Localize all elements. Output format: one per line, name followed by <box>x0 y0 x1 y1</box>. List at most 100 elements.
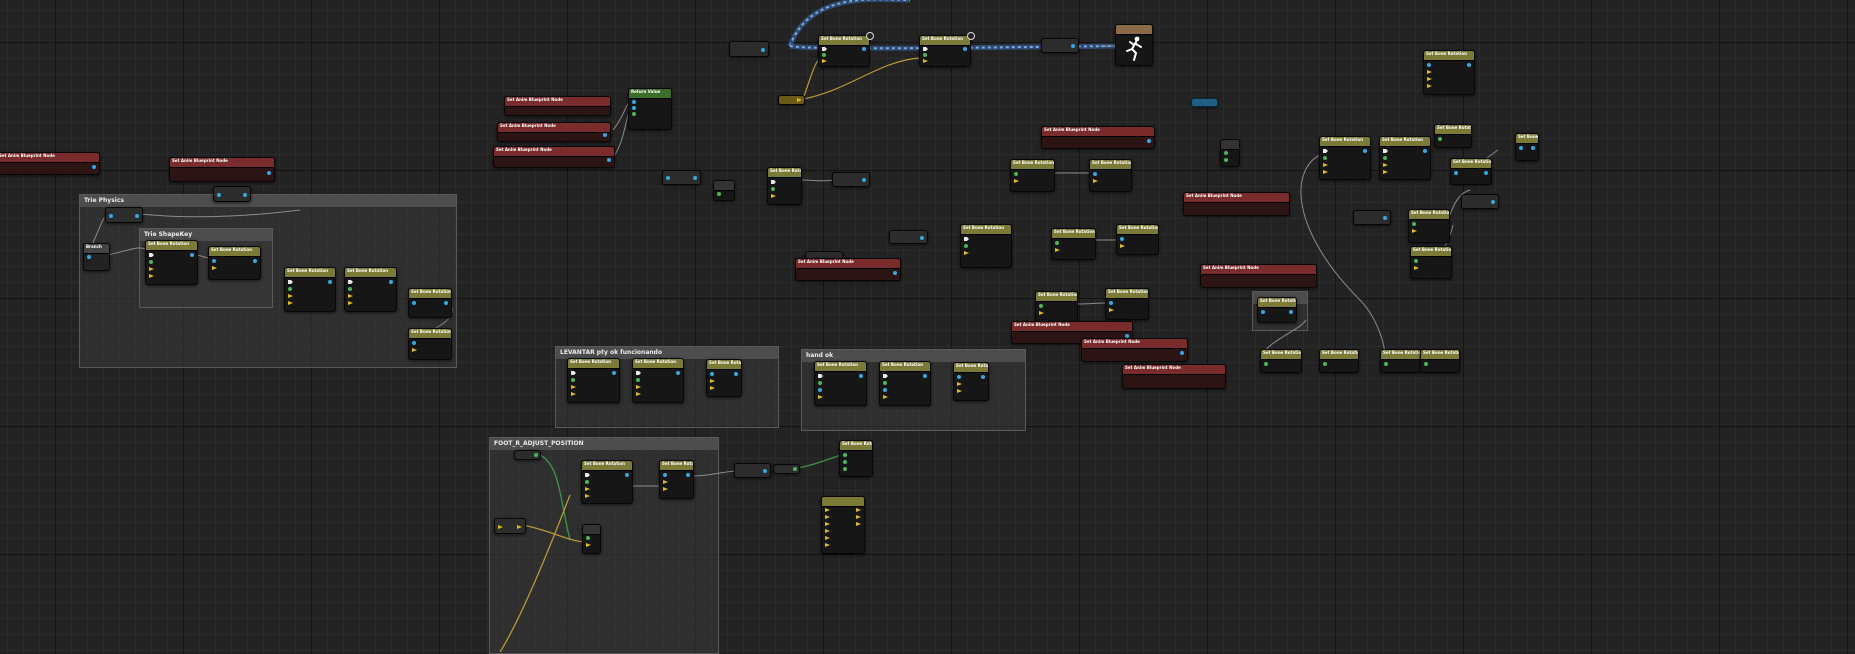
function-node[interactable]: Set Bone Rotation <box>145 240 198 285</box>
input-pin[interactable] <box>87 255 91 259</box>
vector-pin[interactable] <box>1014 179 1019 183</box>
vector-pin[interactable] <box>825 529 830 533</box>
set-anim-node[interactable]: Set Anim Blueprint Node <box>1183 192 1290 216</box>
exec-in-pin[interactable] <box>771 180 776 184</box>
variable-get-node[interactable] <box>1353 210 1391 225</box>
output-pin[interactable] <box>676 371 680 375</box>
variable-get-node[interactable] <box>662 170 701 185</box>
vector-pin[interactable] <box>710 379 715 383</box>
input-pin[interactable] <box>1424 362 1428 366</box>
input-pin[interactable] <box>632 112 636 116</box>
function-node[interactable]: Set Bone Rotation <box>1515 133 1539 161</box>
function-node[interactable]: Set Bone Rotation <box>567 358 620 403</box>
function-node[interactable] <box>582 524 601 554</box>
function-node[interactable]: Set Bone Rotation <box>839 440 873 477</box>
output-pin[interactable] <box>1180 351 1184 355</box>
input-pin[interactable] <box>585 480 589 484</box>
vector-pin[interactable] <box>636 392 641 396</box>
variable-get-node[interactable] <box>889 230 928 244</box>
variable-get-node[interactable] <box>729 41 769 57</box>
input-pin[interactable] <box>1093 172 1097 176</box>
vector-pin[interactable] <box>923 59 928 63</box>
exec-in-pin[interactable] <box>1323 149 1328 153</box>
bool-variable-node[interactable] <box>1191 98 1218 107</box>
exec-in-pin[interactable] <box>288 280 293 284</box>
input-pin[interactable] <box>822 53 826 57</box>
vector-pin[interactable] <box>498 525 503 529</box>
input-pin[interactable] <box>1412 222 1416 226</box>
function-node[interactable]: Set Bone Rotation <box>1450 158 1492 185</box>
vector-pin[interactable] <box>856 508 861 512</box>
input-pin[interactable] <box>636 378 640 382</box>
output-pin[interactable] <box>963 47 967 51</box>
vector-pin[interactable] <box>288 294 293 298</box>
input-pin[interactable] <box>1224 158 1228 162</box>
output-pin[interactable] <box>612 371 616 375</box>
vector-pin[interactable] <box>1412 229 1417 233</box>
exec-in-pin[interactable] <box>883 374 888 378</box>
input-pin[interactable] <box>1414 259 1418 263</box>
variable-get-node[interactable] <box>213 186 251 202</box>
output-pin[interactable] <box>761 48 765 52</box>
vector-pin[interactable] <box>825 522 830 526</box>
output-pin[interactable] <box>190 253 194 257</box>
vector-pin[interactable] <box>797 98 802 102</box>
function-node[interactable]: Set Bone Rotation <box>208 246 261 280</box>
vector-pin[interactable] <box>771 194 776 198</box>
vector-pin[interactable] <box>571 385 576 389</box>
vector-pin[interactable] <box>1093 179 1098 183</box>
exec-in-pin[interactable] <box>923 47 928 51</box>
input-pin[interactable] <box>843 453 847 457</box>
vector-pin[interactable] <box>883 395 888 399</box>
function-node[interactable]: Set Bone Rotation <box>408 288 452 318</box>
input-pin[interactable] <box>818 381 822 385</box>
output-pin[interactable] <box>686 473 690 477</box>
output-pin[interactable] <box>603 133 607 137</box>
output-pin[interactable] <box>763 469 767 473</box>
vector-pin[interactable] <box>149 274 154 278</box>
function-node[interactable]: Set Bone Rotation <box>1257 297 1297 323</box>
output-pin[interactable] <box>625 473 629 477</box>
input-pin[interactable] <box>1438 137 1442 141</box>
output-pin[interactable] <box>859 374 863 378</box>
function-node[interactable]: Set Bone Rotation <box>1379 136 1431 180</box>
output-pin[interactable] <box>793 467 797 471</box>
input-pin[interactable] <box>1519 146 1523 150</box>
input-pin[interactable] <box>1120 237 1124 241</box>
vector-pin[interactable] <box>1055 248 1060 252</box>
function-node[interactable]: Set Bone Rotation <box>953 362 989 401</box>
function-node[interactable]: Set Bone Rotation <box>1051 228 1096 260</box>
output-pin[interactable] <box>1423 149 1427 153</box>
output-pin[interactable] <box>109 214 113 218</box>
function-node[interactable]: Set Bone Rotation <box>284 267 336 312</box>
exec-in-pin[interactable] <box>818 374 823 378</box>
output-pin[interactable] <box>693 176 697 180</box>
function-node[interactable]: Set Bone Rotation <box>581 460 633 504</box>
vector-pin[interactable] <box>1427 70 1432 74</box>
input-pin[interactable] <box>923 53 927 57</box>
function-node[interactable]: Set Bone Rotation <box>1260 349 1302 373</box>
function-node[interactable]: Set Bone Rotation <box>1010 159 1055 192</box>
output-pin[interactable] <box>893 271 897 275</box>
input-pin[interactable] <box>1323 156 1327 160</box>
function-node[interactable]: Set Bone Rotation <box>919 35 971 67</box>
input-pin[interactable] <box>883 381 887 385</box>
vector-pin[interactable] <box>825 536 830 540</box>
input-pin[interactable] <box>412 341 416 345</box>
exec-in-pin[interactable] <box>822 47 827 51</box>
output-pin[interactable] <box>1467 63 1471 67</box>
set-anim-node[interactable]: Set Anim Blueprint Node <box>169 157 275 182</box>
function-node[interactable]: Set Bone Rotation <box>632 358 684 403</box>
input-pin[interactable] <box>1383 156 1387 160</box>
exec-in-pin[interactable] <box>964 237 969 241</box>
vector-pin[interactable] <box>825 515 830 519</box>
output-pin[interactable] <box>1363 149 1367 153</box>
input-pin[interactable] <box>818 388 822 392</box>
function-node[interactable]: Set Bone Rotation <box>1089 159 1132 192</box>
pure-function-node[interactable]: Return Value <box>628 88 672 130</box>
input-pin[interactable] <box>212 259 216 263</box>
set-anim-node[interactable]: Set Anim Blueprint Node <box>1081 338 1188 362</box>
output-pin[interactable] <box>920 236 924 240</box>
animation-node[interactable] <box>1115 24 1153 66</box>
vector-pin[interactable] <box>957 382 962 386</box>
